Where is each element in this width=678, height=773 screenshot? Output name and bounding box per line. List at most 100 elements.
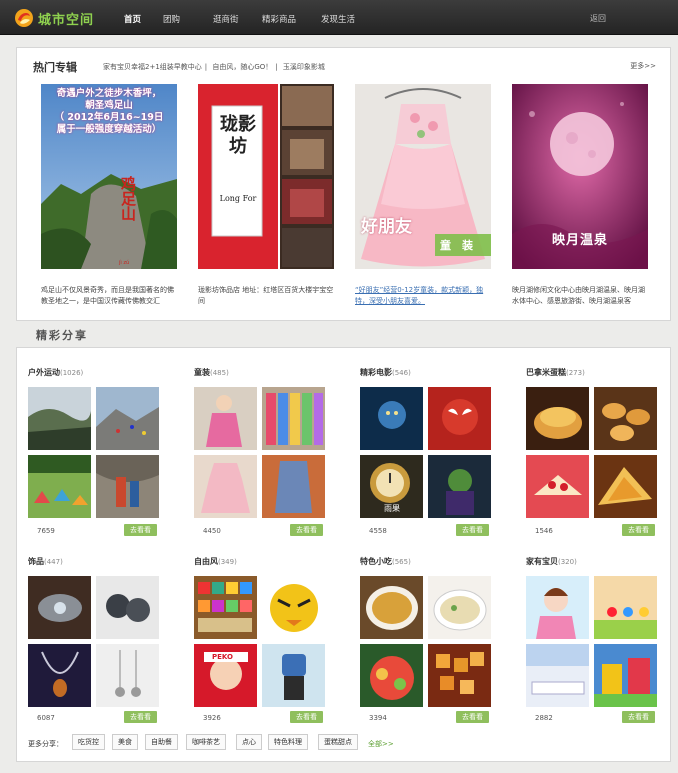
thumb-snack-4[interactable] <box>428 644 491 707</box>
hot-spring-sign: 映月温泉 <box>552 233 609 248</box>
nav-featured-goods[interactable]: 精彩商品 <box>262 13 296 25</box>
look-button-baby[interactable]: 去看看 <box>622 711 655 723</box>
thumb-movie-3[interactable]: 雨果 <box>360 455 423 518</box>
thumb-free-wind-4[interactable] <box>262 644 325 707</box>
hot-album-links: 家有宝贝幸福2+1组装早教中心 | 自由风，随心GO！ | 玉溪印象影城 <box>103 63 325 71</box>
thumb-snack-1[interactable] <box>360 576 423 639</box>
nav-group-buy[interactable]: 团购 <box>163 13 180 25</box>
look-button-cake[interactable]: 去看看 <box>622 524 655 536</box>
feature-desc-longfor: 珑影坊饰品店 地址：红塔区百货大楼宇宝空间 <box>198 286 334 305</box>
thumb-snack-2[interactable] <box>428 576 491 639</box>
feature-image-jizu-mountain[interactable]: 奇遇户外之徒步木香坪， 朝圣鸡足山 （ 2012年6月16~19日 属于一般强度… <box>41 84 177 269</box>
thumb-movie-4[interactable] <box>428 455 491 518</box>
tag-buffet[interactable]: 自助餐 <box>145 734 178 750</box>
category-title-snacks[interactable]: 特色小吃(565) <box>360 556 411 567</box>
look-button-kids-wear[interactable]: 去看看 <box>290 524 323 536</box>
site-logo[interactable]: 城市空间 <box>14 8 94 28</box>
category-title-baby[interactable]: 家有宝贝(320) <box>526 556 577 567</box>
hot-link-early-education[interactable]: 家有宝贝幸福2+1组装早教中心 <box>103 63 202 71</box>
thumb-baby-3[interactable] <box>526 644 589 707</box>
thumb-outdoor-2[interactable] <box>96 387 159 450</box>
thumb-cake-3[interactable] <box>526 455 589 518</box>
jizu-overlay-line-2: 朝圣鸡足山 <box>85 100 133 111</box>
tag-coffee-tea[interactable]: 咖啡茶艺 <box>186 734 226 750</box>
nav-home[interactable]: 首页 <box>124 13 141 25</box>
feature-desc-jizu: 鸡足山不仅风景奇秀，而且是我国著名的佛教圣地之一，是中国汉传藏传佛教交汇 <box>41 286 174 305</box>
thumb-kids-3[interactable] <box>194 455 257 518</box>
all-tags-link[interactable]: 全部>> <box>368 739 394 749</box>
category-title-free-wind[interactable]: 自由风(349) <box>194 556 237 567</box>
nav-discover-life[interactable]: 发现生活 <box>321 13 355 25</box>
feature-desc-kids-link[interactable]: “好朋友”经营0-12岁童装，款式新颖，独特，深受小朋友喜爱。 <box>355 285 493 307</box>
view-count: 1546 <box>535 527 553 535</box>
feature-image-longfor-shop[interactable]: 珑影坊 Long For <box>198 84 334 269</box>
more-albums-link[interactable]: 更多>> <box>630 61 656 71</box>
thumb-outdoor-1[interactable] <box>28 387 91 450</box>
longfor-logo-text: 珑影坊 <box>220 114 256 157</box>
thumb-kids-2[interactable] <box>262 387 325 450</box>
hot-link-cinema[interactable]: 玉溪印象影城 <box>283 63 325 71</box>
thumb-cake-1[interactable] <box>526 387 589 450</box>
thumb-baby-4[interactable] <box>594 644 657 707</box>
category-title-movies[interactable]: 精彩电影(546) <box>360 367 411 378</box>
category-count: (447) <box>44 558 63 566</box>
category-title-kids-wear[interactable]: 童装(485) <box>194 367 229 378</box>
thumb-accessory-1[interactable] <box>28 576 91 639</box>
tag-cake-desserts[interactable]: 蛋糕甜点 <box>318 734 358 750</box>
thumb-accessory-2[interactable] <box>96 576 159 639</box>
logo-text: 城市空间 <box>38 12 95 28</box>
thumb-movie-2[interactable] <box>428 387 491 450</box>
category-count: (320) <box>558 558 577 566</box>
jizu-overlay-line-1: 奇遇户外之徒步木香坪， <box>56 88 162 99</box>
thumb-free-wind-1[interactable] <box>194 576 257 639</box>
more-shares-label: 更多分享： <box>28 740 63 748</box>
look-button-movies[interactable]: 去看看 <box>456 524 489 536</box>
view-count: 4450 <box>203 527 221 535</box>
thumb-baby-1[interactable] <box>526 576 589 639</box>
thumb-baby-2[interactable] <box>594 576 657 639</box>
hot-albums-panel: 热门专辑 家有宝贝幸福2+1组装早教中心 | 自由风，随心GO！ | 玉溪印象影城 … <box>16 47 671 321</box>
category-count: (565) <box>392 558 411 566</box>
hot-link-free-wind[interactable]: 自由风，随心GO！ <box>212 63 272 71</box>
feature-desc-hot-spring: 映月湖修闲文化中心由映月湖温泉、映月湖水体中心、感恩旅游街、映月湖温泉客 <box>512 286 645 305</box>
look-button-accessories[interactable]: 去看看 <box>124 711 157 723</box>
thumb-kids-1[interactable] <box>194 387 257 450</box>
category-title-accessories[interactable]: 饰品(447) <box>28 556 63 567</box>
tag-dim-sum[interactable]: 点心 <box>236 734 262 750</box>
feature-image-kids-clothing[interactable]: 好朋友 童 装 <box>355 84 491 269</box>
top-navigation-bar: 城市空间 首页 团购 逛商街 精彩商品 发现生活 返回 <box>0 0 678 35</box>
feature-image-hot-spring[interactable]: 映月温泉 <box>512 84 648 269</box>
category-title-outdoor[interactable]: 户外运动(1026) <box>28 367 83 378</box>
tag-special-dishes[interactable]: 特色料理 <box>268 734 308 750</box>
thumb-accessory-4[interactable] <box>96 644 159 707</box>
category-count: (349) <box>218 558 237 566</box>
back-link[interactable]: 返回 <box>590 13 606 24</box>
thumb-outdoor-4[interactable] <box>96 455 159 518</box>
view-count: 7659 <box>37 527 55 535</box>
thumb-movie-1[interactable] <box>360 387 423 450</box>
view-count: 4558 <box>369 527 387 535</box>
category-title-cake[interactable]: 巴拿米蛋糕(273) <box>526 367 585 378</box>
thumb-free-wind-3[interactable]: PEKO <box>194 644 257 707</box>
tag-cuisine[interactable]: 美食 <box>112 734 138 750</box>
look-button-snacks[interactable]: 去看看 <box>456 711 489 723</box>
tag-foodie[interactable]: 吃货控 <box>72 734 105 750</box>
thumb-snack-3[interactable] <box>360 644 423 707</box>
thumb-outdoor-3[interactable] <box>28 455 91 518</box>
category-count: (273) <box>566 369 585 377</box>
category-count: (546) <box>392 369 411 377</box>
view-count: 3926 <box>203 714 221 722</box>
view-count: 3394 <box>369 714 387 722</box>
thumb-cake-2[interactable] <box>594 387 657 450</box>
thumb-kids-4[interactable] <box>262 455 325 518</box>
thumb-accessory-3[interactable] <box>28 644 91 707</box>
look-button-free-wind[interactable]: 去看看 <box>290 711 323 723</box>
thumb-cake-4[interactable] <box>594 455 657 518</box>
view-count: 2882 <box>535 714 553 722</box>
thumb-free-wind-2[interactable] <box>262 576 325 639</box>
nav-shopping-street[interactable]: 逛商街 <box>213 13 239 25</box>
category-name: 童装 <box>194 368 210 377</box>
look-button-outdoor[interactable]: 去看看 <box>124 524 157 536</box>
jizu-rock-pinyin: jì zú <box>119 260 130 266</box>
category-name: 特色小吃 <box>360 557 392 566</box>
